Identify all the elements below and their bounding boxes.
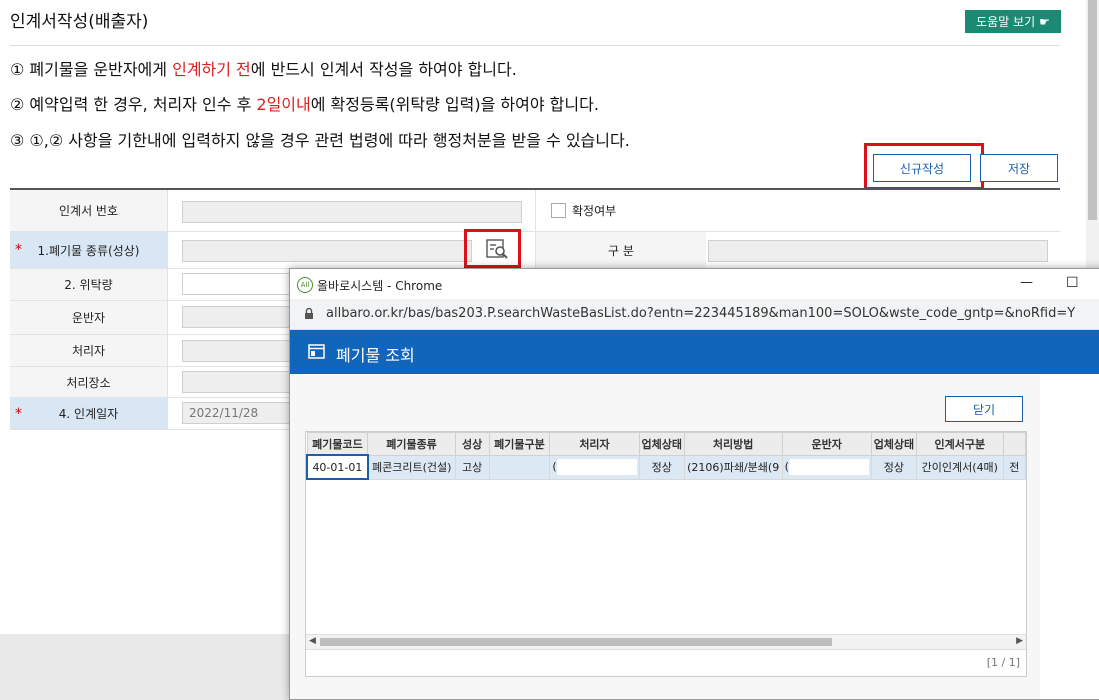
scroll-right-icon: ▶ — [1016, 636, 1023, 646]
category-label: 구 분 — [535, 232, 706, 268]
scroll-left-icon: ◀ — [309, 636, 316, 646]
grid-pager: [1 / 1] — [306, 649, 1026, 676]
redaction — [556, 459, 637, 475]
table-row[interactable]: 40-01-01 폐콘크리트(건설) 고상 ( 정상 (2106)파쇄/분쇄(9… — [306, 454, 1026, 480]
row-doc-no: 인계서 번호 확정여부 — [10, 190, 1060, 232]
col-processor-status[interactable]: 업체상태 — [638, 432, 685, 456]
cell-doc-type[interactable]: 간이인계서(4매) — [915, 454, 1004, 480]
redaction — [788, 459, 869, 475]
notice-3: ③ ①,② 사항을 기한내에 입력하지 않을 경우 관련 법령에 따라 행정처분… — [10, 131, 630, 150]
notice-1: ① 폐기물을 운반자에게 인계하기 전에 반드시 인계서 작성을 하여야 합니다… — [10, 60, 517, 79]
cell-waste-type[interactable]: 폐콘크리트(건설) — [367, 454, 456, 480]
popup-header: 폐기물 조회 — [290, 330, 1099, 374]
qty-field[interactable] — [182, 273, 292, 295]
confirm-checkbox[interactable] — [551, 203, 566, 218]
hand-pointer-icon: ☛ — [1039, 14, 1050, 29]
page-indicator: [1 / 1] — [986, 656, 1020, 669]
allbaro-logo-icon: All — [297, 277, 313, 293]
popup-window: All 올바로시스템 - Chrome — ☐ allbaro.or.kr/ba… — [289, 268, 1099, 700]
processor-field[interactable] — [182, 340, 292, 362]
lock-icon — [305, 308, 313, 319]
popup-window-title: 올바로시스템 - Chrome — [317, 279, 443, 293]
cell-waste-class[interactable] — [488, 454, 551, 480]
col-carrier-status[interactable]: 업체상태 — [870, 432, 917, 456]
waste-type-field[interactable] — [182, 240, 472, 262]
qty-label: 2. 위탁량 — [10, 269, 168, 300]
help-button[interactable]: 도움말 보기 ☛ — [965, 10, 1061, 33]
date-field[interactable]: 2022/11/28 — [182, 402, 292, 424]
date-label: * 4. 인계일자 — [10, 398, 168, 429]
grid-hscrollbar[interactable]: ◀ ▶ — [306, 634, 1026, 649]
maximize-button[interactable]: ☐ — [1066, 275, 1079, 291]
site-field[interactable] — [182, 371, 292, 393]
col-waste-code[interactable]: 폐기물코드 — [306, 432, 369, 456]
cell-extra[interactable]: 전 — [1002, 454, 1026, 480]
cell-carrier[interactable]: ( — [781, 454, 872, 480]
col-method[interactable]: 처리방법 — [683, 432, 783, 456]
carrier-label: 운반자 — [10, 301, 168, 334]
processor-label: 처리자 — [10, 335, 168, 366]
category-field[interactable] — [708, 240, 1048, 262]
col-doc-type[interactable]: 인계서구분 — [915, 432, 1004, 456]
confirm-label: 확정여부 — [572, 204, 617, 218]
col-waste-class[interactable]: 폐기물구분 — [488, 432, 551, 456]
waste-grid: 폐기물코드 폐기물종류 성상 폐기물구분 처리자 업체상태 처리방법 운반자 업… — [305, 431, 1027, 677]
popup-header-title: 폐기물 조회 — [336, 346, 415, 365]
doc-no-field[interactable] — [182, 201, 522, 223]
grid-header: 폐기물코드 폐기물종류 성상 폐기물구분 처리자 업체상태 처리방법 운반자 업… — [306, 432, 1026, 456]
close-button[interactable]: 닫기 — [945, 396, 1023, 422]
save-button[interactable]: 저장 — [980, 154, 1058, 182]
col-waste-type[interactable]: 폐기물종류 — [367, 432, 456, 456]
cell-processor-status[interactable]: 정상 — [638, 454, 685, 480]
title-divider — [10, 45, 1060, 46]
col-carrier[interactable]: 운반자 — [781, 432, 872, 456]
minimize-button[interactable]: — — [1020, 275, 1033, 290]
highlight-search-button — [464, 229, 521, 268]
cell-waste-code[interactable]: 40-01-01 — [306, 454, 369, 480]
cell-carrier-status[interactable]: 정상 — [870, 454, 917, 480]
cell-processor[interactable]: ( — [549, 454, 640, 480]
cell-method[interactable]: (2106)파쇄/분쇄(9 — [683, 454, 783, 480]
popup-urlbar: allbaro.or.kr/bas/bas203.P.searchWasteBa… — [290, 299, 1099, 330]
window-icon — [308, 344, 325, 359]
popup-url[interactable]: allbaro.or.kr/bas/bas203.P.searchWasteBa… — [326, 306, 1075, 321]
waste-type-label: * 1.폐기물 종류(성상) — [10, 232, 168, 268]
doc-no-label: 인계서 번호 — [10, 190, 168, 231]
help-button-label: 도움말 보기 — [976, 15, 1036, 29]
site-label: 처리장소 — [10, 367, 168, 397]
cell-state[interactable]: 고상 — [454, 454, 490, 480]
highlight-new-button — [864, 143, 984, 190]
col-processor[interactable]: 처리자 — [549, 432, 640, 456]
notice-2: ② 예약입력 한 경우, 처리자 인수 후 2일이내에 확정등록(위탁량 입력)… — [10, 95, 599, 114]
carrier-field[interactable] — [182, 306, 292, 328]
col-state[interactable]: 성상 — [454, 432, 490, 456]
popup-titlebar: All 올바로시스템 - Chrome — ☐ — [290, 269, 1099, 299]
col-extra[interactable] — [1002, 432, 1026, 456]
page-title: 인계서작성(배출자) — [10, 12, 149, 32]
